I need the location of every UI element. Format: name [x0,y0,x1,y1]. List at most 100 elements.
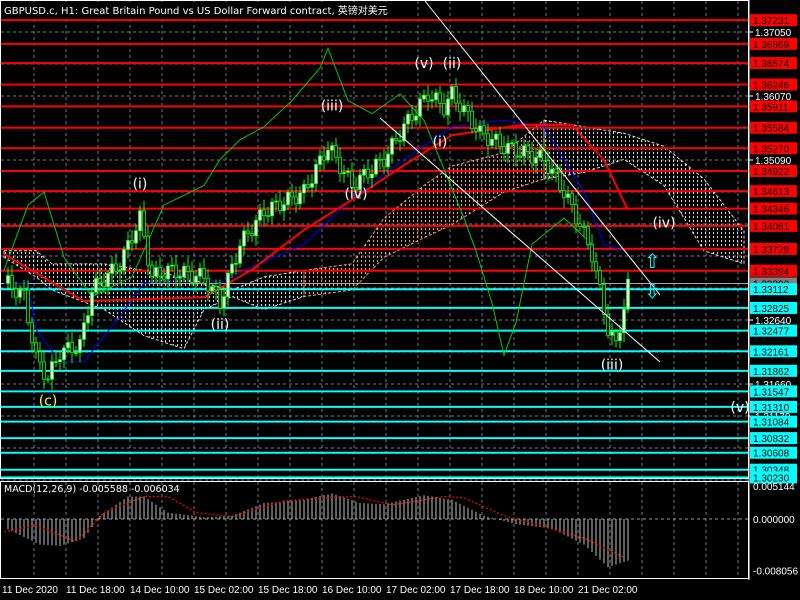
price-chart[interactable]: ⇧ ⇩ (c) (i) (ii) (iii) (iv) (v) (i) (ii) (iii) (iv… [0,0,800,600]
candle-body [390,138,394,155]
candle-body [578,223,582,227]
candle-body [342,172,346,175]
candle-body [614,331,618,342]
candle-body [230,263,234,274]
candle-body [558,171,562,191]
support-label: 1.31862 [753,367,790,378]
candle-body [130,240,134,244]
candle-body [198,267,202,277]
time-tick-label: 15 Dec 02:00 [194,585,254,596]
candle-body [626,278,630,310]
candle-body [158,267,162,277]
candle-body [262,209,266,217]
resistance-label: 1.35270 [753,144,790,155]
chart-title: GBPUSD.c, H1: Great Britain Pound vs US … [3,2,389,17]
candle-body [302,184,306,194]
candle-body [266,215,270,218]
candle-body [170,264,174,267]
candle-body [290,191,294,198]
candle-body [34,342,38,353]
candle-body [550,168,554,174]
candle-body [426,94,430,102]
candle-body [222,296,226,309]
candle-body [318,155,322,165]
candle-body [398,140,402,142]
candle-body [406,113,410,125]
candle-body [434,92,438,101]
candle-body [74,352,78,354]
candle-body [62,347,66,361]
wave-label: (iii) [601,358,624,374]
time-tick-label: 16 Dec 10:00 [322,585,382,596]
candle-body [454,86,458,104]
candle-body [18,288,22,298]
wave-label: (v) [414,56,433,72]
candle-body [142,210,146,237]
candle-body [338,156,342,175]
down-arrow-icon: ⇩ [644,279,661,303]
resistance-label: 1.36574 [753,59,790,70]
resistance-label: 1.36869 [753,40,790,51]
candle-body [50,361,54,380]
candle-body [442,103,446,116]
macd-label: MACD(12,26,9) -0.005588 -0.006034 [4,484,180,495]
candle-body [246,230,250,234]
candle-body [242,230,246,247]
candle-body [478,125,482,132]
candle-body [250,233,254,237]
candle-body [510,142,514,145]
candle-body [518,155,522,158]
up-arrow-icon: ⇧ [644,249,661,273]
candle-body [178,276,182,279]
candle-body [350,170,354,188]
candle-body [286,191,290,206]
resistance-label: 1.34081 [753,222,790,233]
candle-body [534,157,538,164]
wave-label: (ii) [211,317,230,333]
candle-body [210,286,214,292]
candle-body [118,269,122,272]
candle-body [498,133,502,147]
candle-body [66,342,70,349]
candle-body [134,230,138,244]
candle-body [270,201,274,217]
candle-body [238,245,242,264]
candle-body [458,102,462,113]
candle-body [494,133,498,140]
resistance-label: 1.37231 [753,16,790,27]
candle-body [154,267,158,277]
macd-tick-label: 0.000000 [753,515,795,526]
wave-label: (iv) [344,187,367,203]
candle-body [258,209,262,221]
macd-frame [0,481,749,579]
candle-body [86,315,90,324]
candle-body [190,270,194,283]
candle-body [370,173,374,179]
candle-body [462,105,466,113]
candle-body [94,278,98,293]
candle-body [474,128,478,132]
candle-body [430,99,434,102]
candle-body [138,210,142,232]
candle-body [206,277,210,292]
candle-body [90,291,94,317]
candle-body [214,286,218,291]
candle-body [54,361,58,363]
candle-body [150,264,154,277]
candle-body [42,361,46,380]
candle-body [274,200,278,203]
candle-body [446,98,450,116]
candle-body [126,240,130,250]
candle-body [26,289,30,324]
time-tick-label: 21 Dec 02:00 [578,585,638,596]
candle-body [194,275,198,283]
wave-label: (i) [433,134,448,150]
candle-body [470,110,474,129]
wave-label: (iv) [652,215,675,231]
candle-body [254,219,258,237]
candle-body [554,168,558,173]
support-label: 1.31084 [753,418,790,429]
time-tick-label: 11 Dec 18:00 [66,585,125,596]
candle-body [594,261,598,272]
candle-body [82,322,86,340]
